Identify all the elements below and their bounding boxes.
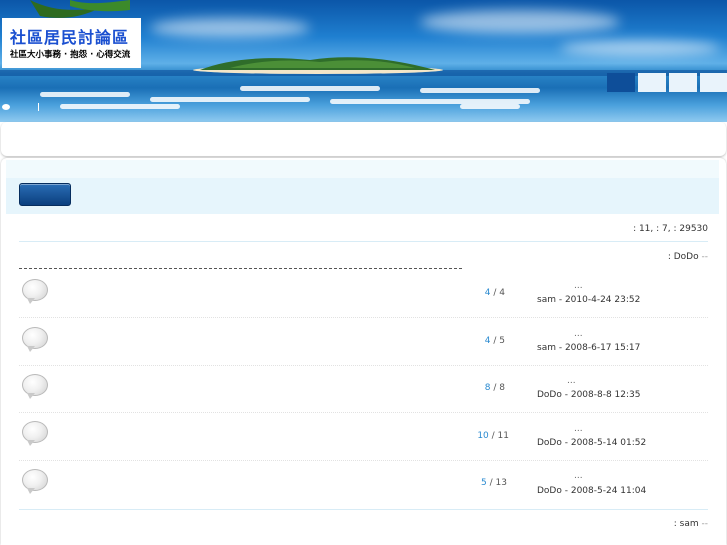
online-user-name[interactable]: sam bbox=[680, 519, 699, 529]
logo-subtitle: 社區大小事務 · 抱怨 · 心得交流 bbox=[10, 50, 131, 60]
topic-counts: 4 / 5 bbox=[484, 336, 505, 346]
speech-bubble-icon bbox=[22, 421, 48, 446]
last-post-title[interactable]: ... bbox=[574, 281, 583, 291]
row-separator bbox=[19, 317, 708, 318]
last-post-title[interactable]: ... bbox=[567, 376, 576, 386]
last-post-title[interactable]: ... bbox=[574, 424, 583, 434]
nav-tab-2[interactable] bbox=[638, 73, 666, 92]
island-graphic bbox=[193, 57, 443, 74]
dashed-divider bbox=[19, 268, 462, 269]
speech-bubble-icon bbox=[22, 374, 48, 399]
search-icon[interactable] bbox=[2, 104, 10, 110]
row-separator bbox=[19, 412, 708, 413]
forum-stats: : 11, : 7, : 29530 bbox=[633, 224, 708, 234]
new-topic-button[interactable] bbox=[19, 183, 71, 206]
moderator-line: : DoDo -- bbox=[667, 252, 708, 262]
last-post-info[interactable]: DoDo - 2008-8-8 12:35 bbox=[537, 390, 641, 400]
row-separator bbox=[19, 460, 708, 461]
last-post-info[interactable]: sam - 2008-6-17 15:17 bbox=[537, 343, 640, 353]
last-post-title[interactable]: ... bbox=[574, 471, 583, 481]
divider bbox=[19, 509, 708, 510]
nav-tab-3[interactable] bbox=[669, 73, 697, 92]
row-separator bbox=[19, 365, 708, 366]
bottom-info-line: : sam -- bbox=[673, 519, 708, 529]
last-post-info[interactable]: DoDo - 2008-5-24 11:04 bbox=[537, 486, 646, 496]
topic-counts: 4 / 4 bbox=[484, 288, 505, 298]
site-logo[interactable]: 社區居民討論區 社區大小事務 · 抱怨 · 心得交流 bbox=[2, 18, 141, 68]
speech-bubble-icon bbox=[22, 327, 48, 352]
divider bbox=[19, 241, 708, 242]
topic-counts: 5 / 13 bbox=[481, 478, 507, 488]
nav-tab-4[interactable] bbox=[700, 73, 727, 92]
speech-bubble-icon bbox=[22, 279, 48, 304]
topic-counts: 10 / 11 bbox=[477, 431, 509, 441]
header-banner: 社區居民討論區 社區大小事務 · 抱怨 · 心得交流 bbox=[0, 0, 727, 122]
last-post-info[interactable]: DoDo - 2008-5-14 01:52 bbox=[537, 438, 646, 448]
topic-counts: 8 / 8 bbox=[484, 383, 505, 393]
last-post-info[interactable]: sam - 2010-4-24 23:52 bbox=[537, 295, 640, 305]
divider bbox=[38, 103, 39, 111]
forum-header-band-top bbox=[6, 160, 719, 178]
speech-bubble-icon bbox=[22, 469, 48, 494]
nav-tab-1[interactable] bbox=[607, 73, 635, 92]
last-post-title[interactable]: ... bbox=[574, 329, 583, 339]
moderator-name[interactable]: DoDo bbox=[674, 252, 699, 262]
logo-title: 社區居民討論區 bbox=[10, 28, 130, 47]
breadcrumb-bar bbox=[1, 122, 726, 156]
